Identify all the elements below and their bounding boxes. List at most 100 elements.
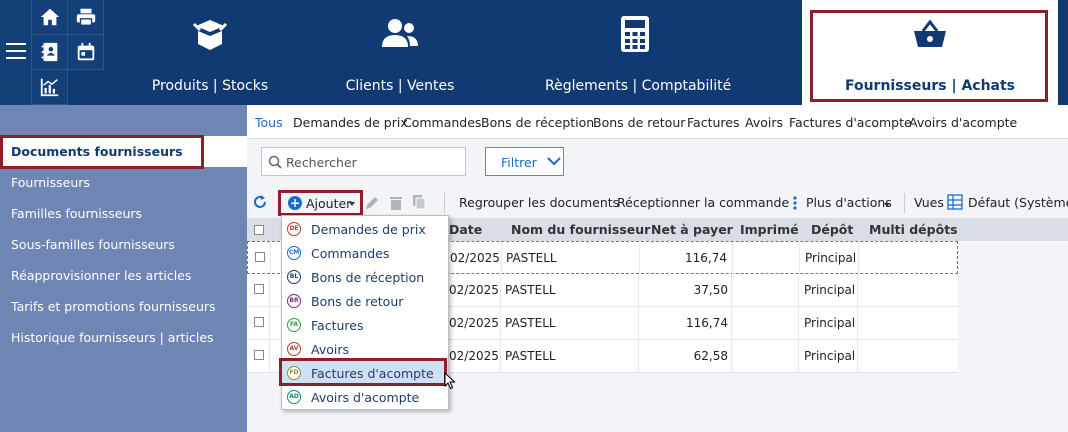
caret-down-icon xyxy=(349,202,355,206)
home-icon xyxy=(40,8,59,26)
add-button[interactable]: + Ajouter xyxy=(282,193,358,215)
tab-demandes-de-prix[interactable]: Demandes de prix xyxy=(293,115,408,130)
column-header-depot[interactable]: Dépôt xyxy=(811,222,853,237)
document-type-badge: BL xyxy=(287,270,301,284)
address-book-button[interactable] xyxy=(32,35,68,70)
calendar-button[interactable] xyxy=(68,35,104,70)
toolbar-divider xyxy=(904,193,905,213)
module-reglements-comptabilite[interactable]: Règlements | Comptabilité xyxy=(545,0,732,105)
sidebar-item-familles[interactable]: Familles fournisseurs xyxy=(0,198,247,229)
cell-date: 02/2025 xyxy=(449,283,499,297)
menu-item-label: Bons de réception xyxy=(311,270,425,285)
cell-supplier: PASTELL xyxy=(506,251,557,265)
menu-item-label: Demandes de prix xyxy=(311,222,426,237)
sidebar-item-documents-fournisseurs[interactable]: Documents fournisseurs xyxy=(0,136,247,167)
menu-item-avoirs[interactable]: AV Avoirs xyxy=(282,337,448,361)
cell-depot: Principal xyxy=(804,283,856,297)
hamburger-icon xyxy=(6,43,26,64)
menu-item-bons-de-reception[interactable]: BL Bons de réception xyxy=(282,265,448,289)
basket-icon xyxy=(914,19,946,47)
module-produits-stocks[interactable]: Produits | Stocks xyxy=(105,0,315,105)
sidebar-item-historique[interactable]: Historique fournisseurs | articles xyxy=(0,322,247,353)
menu-item-demandes-de-prix[interactable]: DE Demandes de prix xyxy=(282,217,448,241)
tab-avoirs-acompte[interactable]: Avoirs d'acompte xyxy=(909,115,1017,130)
cell-depot: Principal xyxy=(805,251,857,265)
copy-icon[interactable] xyxy=(411,194,427,210)
group-documents-button[interactable]: Regrouper les documents xyxy=(459,195,619,210)
row-checkbox[interactable] xyxy=(254,350,264,360)
document-type-badge: DE xyxy=(287,222,301,236)
add-document-menu: DE Demandes de prix CM Commandes BL Bons… xyxy=(281,215,449,410)
edit-icon[interactable] xyxy=(364,195,380,211)
menu-item-bons-de-retour[interactable]: BR Bons de retour xyxy=(282,289,448,313)
row-checkbox[interactable] xyxy=(255,252,265,262)
cell-net: 62,58 xyxy=(693,349,728,363)
more-actions-button[interactable]: Plus d'actions xyxy=(806,195,892,210)
menu-item-factures[interactable]: FA Factures xyxy=(282,313,448,337)
menu-item-label: Avoirs xyxy=(311,342,349,357)
receive-order-button[interactable]: Réceptionner la commande xyxy=(617,195,789,210)
column-header-date[interactable]: Date xyxy=(449,222,482,237)
tab-factures-acompte[interactable]: Factures d'acompte xyxy=(789,115,912,130)
filter-button[interactable]: Filtrer xyxy=(485,147,564,176)
trash-icon[interactable] xyxy=(389,195,403,211)
quick-access-panel xyxy=(32,0,104,105)
menu-item-avoirs-acompte[interactable]: AD Avoirs d'acompte xyxy=(282,385,448,409)
tab-tous[interactable]: Tous xyxy=(255,115,283,130)
cell-date: 02/2025 xyxy=(450,251,500,265)
tab-commandes[interactable]: Commandes xyxy=(403,115,481,130)
cell-supplier: PASTELL xyxy=(505,349,556,363)
document-type-badge: FD xyxy=(287,366,301,380)
menu-item-label: Factures xyxy=(311,318,364,333)
document-type-badge: CM xyxy=(287,246,301,260)
sidebar-item-sous-familles[interactable]: Sous-familles fournisseurs xyxy=(0,229,247,260)
more-vertical-icon xyxy=(793,196,797,210)
calculator-icon xyxy=(621,16,649,52)
module-clients-ventes[interactable]: Clients | Ventes xyxy=(315,0,485,105)
module-fournisseurs-achats[interactable]: Fournisseurs | Achats xyxy=(802,0,1058,105)
sidebar-item-reapprovisionner[interactable]: Réapprovisionner les articles xyxy=(0,260,247,291)
menu-item-factures-acompte[interactable]: FD Factures d'acompte xyxy=(282,361,448,385)
refresh-icon[interactable] xyxy=(252,194,268,210)
menu-toggle-button[interactable] xyxy=(0,0,32,105)
column-header-multi-depots[interactable]: Multi dépôts xyxy=(869,222,958,237)
sidebar-item-fournisseurs[interactable]: Fournisseurs xyxy=(0,167,247,198)
tab-avoirs[interactable]: Avoirs xyxy=(745,115,783,130)
tab-factures[interactable]: Factures xyxy=(687,115,739,130)
module-label: Règlements | Comptabilité xyxy=(545,78,732,94)
sidebar-item-tarifs[interactable]: Tarifs et promotions fournisseurs xyxy=(0,291,247,322)
menu-item-label: Commandes xyxy=(311,246,390,261)
menu-item-label: Bons de retour xyxy=(311,294,404,309)
toolbar-divider xyxy=(444,193,445,213)
cell-depot: Principal xyxy=(804,349,856,363)
app-window: Produits | Stocks Clients | Ventes Règle… xyxy=(0,0,1068,432)
calendar-icon xyxy=(77,42,94,61)
column-header-net[interactable]: Net à payer xyxy=(651,222,733,237)
row-checkbox[interactable] xyxy=(254,284,264,294)
menu-item-label: Avoirs d'acompte xyxy=(311,390,420,405)
plus-icon: + xyxy=(288,196,302,210)
document-type-badge: BR xyxy=(287,294,301,308)
column-header-printed[interactable]: Imprimé xyxy=(740,222,799,237)
cell-date: 02/2025 xyxy=(449,316,499,330)
mouse-cursor-icon xyxy=(444,372,456,390)
column-header-supplier[interactable]: Nom du fournisseur xyxy=(511,222,650,237)
document-type-badge: AV xyxy=(287,342,301,356)
chevron-down-icon xyxy=(547,157,561,166)
tab-bons-de-reception[interactable]: Bons de réception xyxy=(481,115,594,130)
tab-bons-de-retour[interactable]: Bons de retour xyxy=(593,115,685,130)
cell-net: 116,74 xyxy=(685,251,727,265)
address-book-icon xyxy=(41,42,57,62)
menu-item-commandes[interactable]: CM Commandes xyxy=(282,241,448,265)
module-label: Produits | Stocks xyxy=(151,78,269,94)
home-button[interactable] xyxy=(32,0,68,35)
chart-icon xyxy=(40,78,58,97)
view-selector[interactable]: Défaut (Système) xyxy=(968,195,1068,210)
views-label: Vues xyxy=(914,195,944,210)
statistics-button[interactable] xyxy=(32,70,68,105)
search-input[interactable]: Rechercher xyxy=(261,147,466,176)
menu-item-label: Factures d'acompte xyxy=(311,366,434,381)
row-checkbox[interactable] xyxy=(254,317,264,327)
print-button[interactable] xyxy=(68,0,104,35)
select-all-checkbox[interactable] xyxy=(254,225,264,235)
